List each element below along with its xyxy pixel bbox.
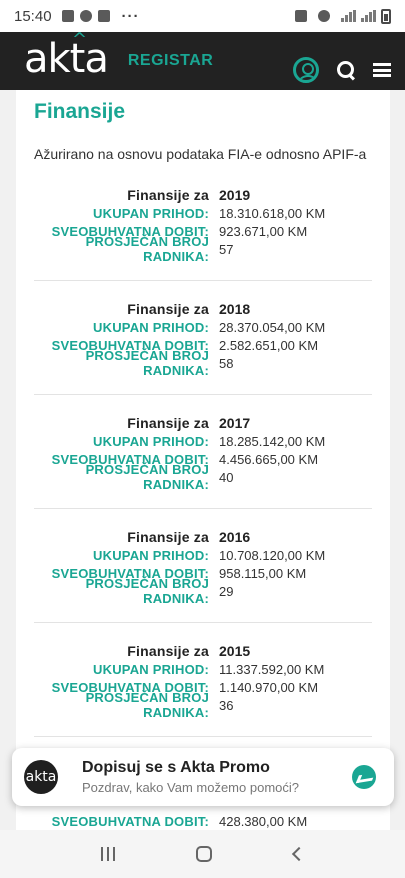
profit-value: 428.380,00 KM — [219, 813, 308, 829]
revenue-value: 28.370.054,00 KM — [219, 319, 326, 335]
back-icon[interactable] — [292, 846, 307, 862]
finance-row: UKUPAN PRIHOD: 10.708.120,00 KM — [16, 546, 390, 564]
revenue-label: UKUPAN PRIHOD: — [93, 433, 209, 449]
home-icon[interactable] — [196, 846, 213, 862]
year-value: 2018 — [219, 301, 251, 317]
finance-partial-row: SVEOBUHVATNA DOBIT: 428.380,00 KM — [16, 812, 390, 830]
system-nav-bar — [0, 830, 405, 878]
revenue-label: UKUPAN PRIHOD: — [93, 205, 209, 221]
divider — [34, 280, 372, 281]
notification-icon — [79, 10, 92, 22]
revenue-value: 18.285.142,00 KM — [219, 433, 326, 449]
finance-row: Finansije za 2017 — [16, 414, 390, 432]
revenue-value: 10.708.120,00 KM — [219, 547, 326, 563]
more-notifications-icon: ··· — [121, 7, 140, 25]
employees-label: PROSJEČAN BROJ RADNIKA: — [85, 348, 209, 378]
revenue-value: 11.337.592,00 KM — [219, 661, 325, 677]
section-title: Finansije — [34, 100, 126, 123]
finance-row: PROSJEČAN BROJ RADNIKA: 58 — [16, 348, 390, 378]
chat-text: Dopisuj se s Akta Promo Pozdrav, kako Va… — [82, 759, 299, 795]
app-header: akta ^ REGISTAR — [0, 31, 405, 90]
employees-label: PROSJEČAN BROJ RADNIKA: — [85, 576, 209, 606]
profit-label: SVEOBUHVATNA DOBIT: — [51, 813, 209, 829]
employees-value: 36 — [219, 697, 234, 713]
chat-subtitle: Pozdrav, kako Vam možemo pomoći? — [82, 780, 299, 795]
year-label: Finansije za — [127, 415, 209, 431]
updated-note: Ažurirano na osnovu podataka FIA-e odnos… — [34, 146, 367, 162]
finance-row: UKUPAN PRIHOD: 11.337.592,00 KM — [16, 660, 390, 678]
finance-year-block: Finansije za 2017 UKUPAN PRIHOD: 18.285.142… — [16, 414, 390, 492]
year-label: Finansije za — [127, 301, 209, 317]
profit-value: 958.115,00 KM — [219, 565, 307, 581]
employees-label: PROSJEČAN BROJ RADNIKA: — [85, 234, 209, 264]
register-link[interactable]: REGISTAR — [128, 52, 213, 70]
finance-row: PROSJEČAN BROJ RADNIKA: 29 — [16, 576, 390, 606]
wifi-icon — [318, 10, 330, 22]
finance-row: UKUPAN PRIHOD: 28.370.054,00 KM — [16, 318, 390, 336]
status-bar: 15:40 ··· — [0, 0, 405, 32]
battery-icon — [381, 8, 391, 24]
year-value: 2017 — [219, 415, 251, 431]
finance-year-block: Finansije za 2019 UKUPAN PRIHOD: 18.310.618… — [16, 186, 390, 264]
year-value: 2019 — [219, 187, 251, 203]
status-right — [295, 8, 391, 24]
user-account-icon[interactable] — [293, 57, 319, 83]
profit-value: 1.140.970,00 KM — [219, 679, 319, 695]
finance-row: Finansije za 2018 — [16, 300, 390, 318]
chat-banner[interactable]: akta Dopisuj se s Akta Promo Pozdrav, ka… — [12, 748, 394, 806]
revenue-label: UKUPAN PRIHOD: — [93, 547, 209, 563]
status-time: 15:40 — [14, 7, 52, 25]
employees-label: PROSJEČAN BROJ RADNIKA: — [85, 462, 209, 492]
finance-row: UKUPAN PRIHOD: 18.310.618,00 KM — [16, 204, 390, 222]
year-value: 2016 — [219, 529, 251, 545]
finance-row: Finansije za 2019 — [16, 186, 390, 204]
divider — [34, 508, 372, 509]
mute-icon — [295, 10, 307, 22]
revenue-value: 18.310.618,00 KM — [219, 205, 326, 221]
recent-apps-icon[interactable] — [100, 847, 115, 861]
search-icon[interactable] — [337, 61, 355, 79]
profit-value: 923.671,00 KM — [219, 223, 308, 239]
divider — [34, 622, 372, 623]
divider — [34, 736, 372, 737]
employees-value: 29 — [219, 583, 234, 599]
signal-icon-2 — [361, 10, 376, 22]
revenue-label: UKUPAN PRIHOD: — [93, 661, 209, 677]
profit-value: 4.456.665,00 KM — [219, 451, 319, 467]
finance-row: PROSJEČAN BROJ RADNIKA: 36 — [16, 690, 390, 720]
revenue-label: UKUPAN PRIHOD: — [93, 319, 209, 335]
employees-label: PROSJEČAN BROJ RADNIKA: — [85, 690, 209, 720]
finance-row: UKUPAN PRIHOD: 18.285.142,00 KM — [16, 432, 390, 450]
gallery-icon — [61, 10, 74, 22]
finance-year-block: Finansije za 2015 UKUPAN PRIHOD: 11.337.592… — [16, 642, 390, 720]
finance-year-block: Finansije za 2018 UKUPAN PRIHOD: 28.370.054… — [16, 300, 390, 378]
chat-title: Dopisuj se s Akta Promo — [82, 759, 270, 776]
hamburger-menu-icon[interactable] — [373, 63, 391, 77]
twitter-icon — [97, 10, 110, 22]
messenger-icon[interactable] — [352, 765, 376, 789]
signal-icon — [341, 10, 356, 22]
header-icons — [293, 57, 391, 83]
employees-value: 40 — [219, 469, 234, 485]
year-value: 2015 — [219, 643, 251, 659]
finances-card: Finansije Ažurirano na osnovu podataka F… — [16, 90, 390, 830]
finance-row: PROSJEČAN BROJ RADNIKA: 40 — [16, 462, 390, 492]
divider — [34, 394, 372, 395]
finance-year-block: Finansije za 2016 UKUPAN PRIHOD: 10.708.120… — [16, 528, 390, 606]
finance-row: Finansije za 2015 — [16, 642, 390, 660]
year-label: Finansije za — [127, 643, 209, 659]
year-label: Finansije za — [127, 529, 209, 545]
employees-value: 57 — [219, 241, 234, 257]
year-label: Finansije za — [127, 187, 209, 203]
employees-value: 58 — [219, 355, 234, 371]
akta-logo[interactable]: akta ^ — [24, 31, 109, 80]
akta-avatar: akta — [24, 760, 58, 794]
finance-row: PROSJEČAN BROJ RADNIKA: 57 — [16, 234, 390, 264]
finance-row: Finansije za 2016 — [16, 528, 390, 546]
profit-value: 2.582.651,00 KM — [219, 337, 319, 353]
